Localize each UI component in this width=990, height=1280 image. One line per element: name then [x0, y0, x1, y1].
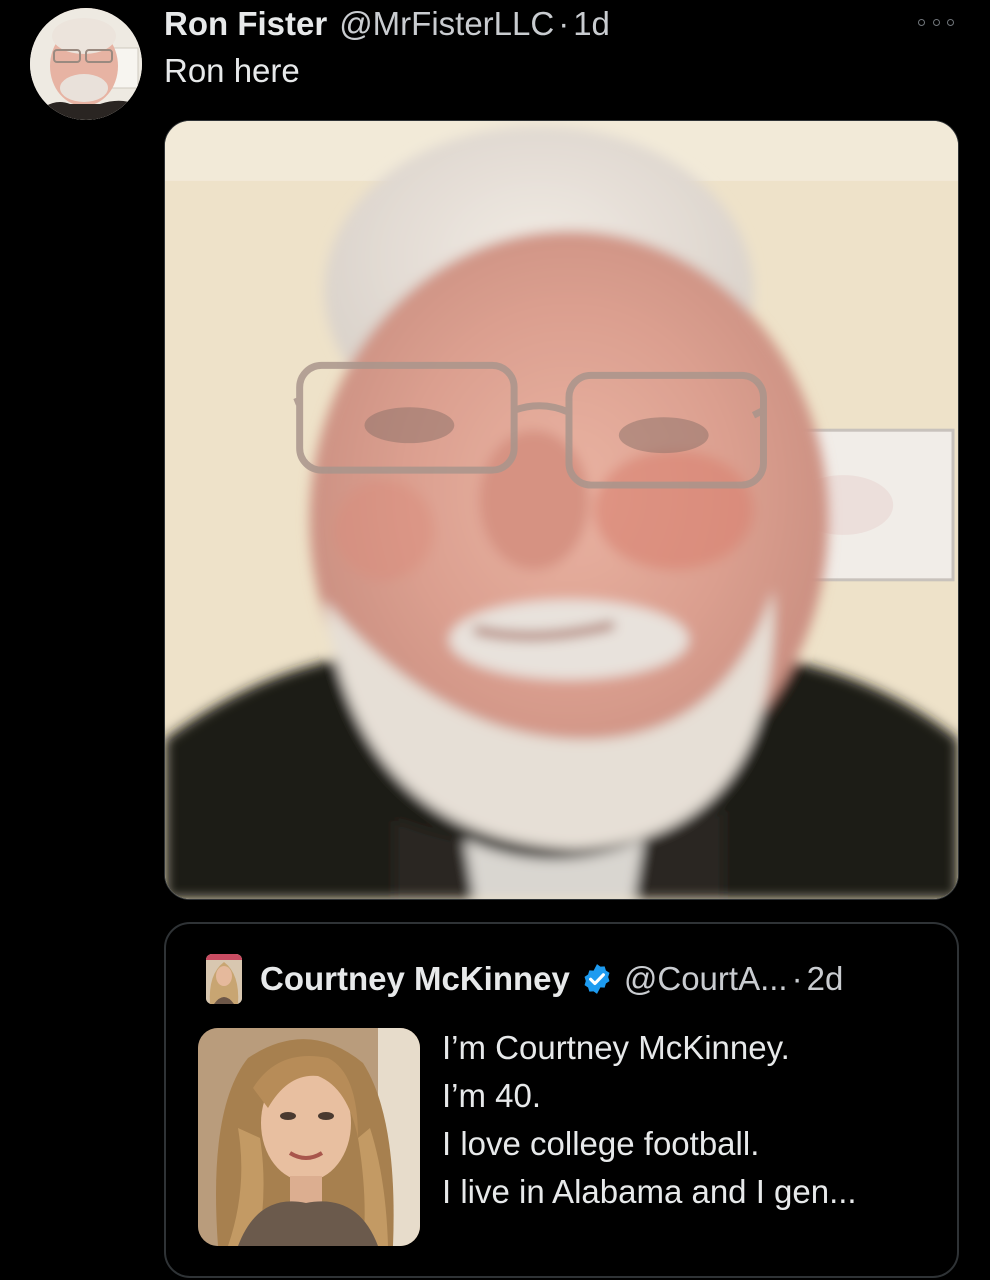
quoted-tweet-line: I’m Courtney McKinney.: [442, 1029, 790, 1066]
author-display-name[interactable]: Ron Fister: [164, 5, 327, 43]
quoted-tweet-line: I live in Alabama and I gen...: [442, 1173, 857, 1210]
tweet-timestamp[interactable]: 1d: [573, 5, 610, 43]
tweet[interactable]: Ron Fister @MrFisterLLC · 1d Ron here Co…: [0, 0, 990, 1280]
separator-dot: ·: [791, 960, 803, 997]
more-horizontal-icon[interactable]: [918, 12, 954, 32]
quoted-tweet[interactable]: Courtney McKinney @CourtA... · 2d I’m Co…: [164, 922, 959, 1278]
quoted-tweet-line: I’m 40.: [442, 1077, 542, 1114]
quoted-tweet-header: Courtney McKinney @CourtA... · 2d: [206, 954, 843, 1004]
tweet-text: Ron here: [164, 52, 300, 89]
quoted-tweet-timestamp[interactable]: 2d: [807, 960, 844, 998]
verified-badge-icon: [580, 962, 614, 996]
quoted-tweet-media-image[interactable]: [198, 1028, 420, 1246]
separator-dot: ·: [558, 5, 570, 42]
author-avatar[interactable]: [30, 8, 142, 120]
tweet-header: Ron Fister @MrFisterLLC · 1d: [164, 2, 610, 46]
quoted-author-display-name[interactable]: Courtney McKinney: [260, 960, 570, 998]
author-handle[interactable]: @MrFisterLLC: [339, 5, 554, 43]
quoted-author-avatar[interactable]: [206, 954, 242, 1004]
quoted-tweet-line: I love college football.: [442, 1125, 760, 1162]
quoted-author-handle[interactable]: @CourtA...: [624, 960, 788, 998]
quoted-tweet-text: I’m Courtney McKinney. I’m 40. I love co…: [442, 1024, 857, 1216]
tweet-media-image[interactable]: [164, 120, 959, 900]
